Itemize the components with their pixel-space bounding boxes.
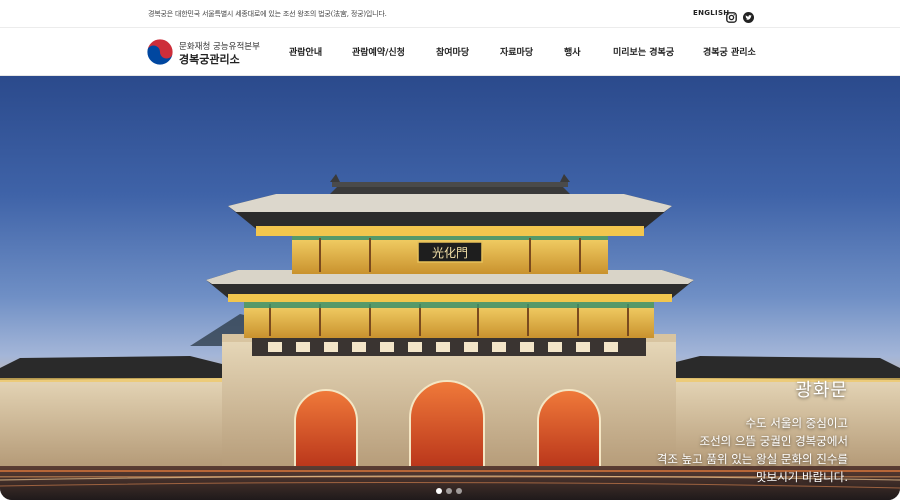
slide-dot-2[interactable] [446,488,452,494]
site-header: 문화재청 궁능유적본부 경복궁관리소 관람안내 관람예약/신청 참여마당 자료마… [0,28,900,76]
english-link[interactable]: ENGLISH [693,9,729,17]
slide-dot-1[interactable] [436,488,442,494]
instagram-icon[interactable] [726,8,737,23]
gate-plaque: 光化門 [432,246,468,260]
twitter-icon[interactable] [743,8,754,23]
hero-line: 격조 높고 품위 있는 왕실 문화의 진수를 [656,452,848,466]
nav-item-participation[interactable]: 참여마당 [436,45,469,58]
nav-item-resources[interactable]: 자료마당 [500,45,533,58]
nav-item-reservation[interactable]: 관람예약/신청 [352,45,405,58]
hero-line: 조선의 으뜸 궁궐인 경복궁에서 [699,434,848,448]
hero-line: 맛보시기 바랍니다. [756,470,848,484]
main-nav: 관람안내 관람예약/신청 참여마당 자료마당 행사 미리보는 경복궁 경복궁 관… [0,28,900,76]
nav-item-office[interactable]: 경복궁 관리소 [703,45,756,58]
nav-item-events[interactable]: 행사 [564,45,581,58]
top-utility-bar: 경복궁은 대한민국 서울특별시 세종대로에 있는 조선 왕조의 법궁(法宮, 정… [0,0,900,28]
slide-dot-3[interactable] [456,488,462,494]
hero-line: 수도 서울의 중심이고 [745,416,848,430]
nav-item-preview[interactable]: 미리보는 경복궁 [613,45,674,58]
hero-caption: 광화문 수도 서울의 중심이고 조선의 으뜸 궁궐인 경복궁에서 격조 높고 품… [657,376,848,486]
hero-title: 광화문 [795,380,848,401]
nav-item-visit-info[interactable]: 관람안내 [289,45,322,58]
hero-banner: 光化門 광화문 수도 서울의 중심이고 조선의 으뜸 궁궐인 경복궁에서 격조 … [0,76,900,500]
site-notice: 경복궁은 대한민국 서울특별시 세종대로에 있는 조선 왕조의 법궁(法宮, 정… [148,10,387,18]
page: 경복궁은 대한민국 서울특별시 세종대로에 있는 조선 왕조의 법궁(法宮, 정… [0,0,900,500]
